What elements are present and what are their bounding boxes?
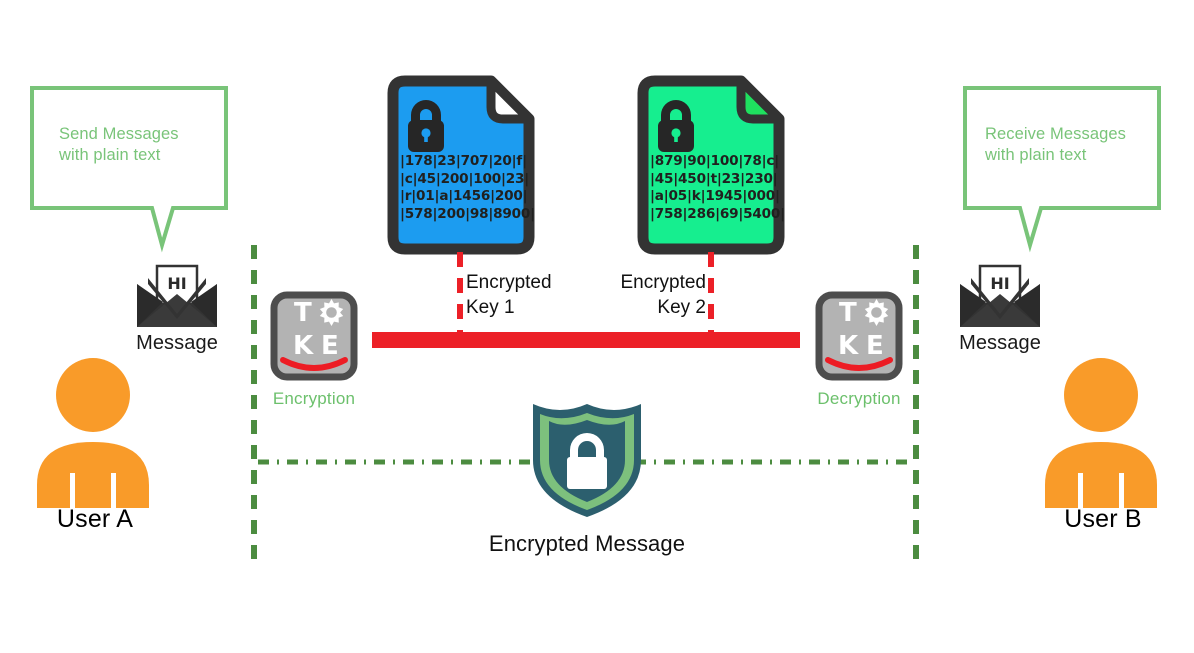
envelope-text-left: HI (167, 274, 187, 293)
key-connector-2 (708, 252, 714, 334)
user-label-left: User A (56, 505, 134, 533)
user-label-right: User B (1064, 505, 1142, 533)
token-label-encryption: Encryption (272, 389, 356, 408)
envelope-text-right: HI (990, 274, 1010, 293)
gear-icon-encryption (319, 299, 344, 326)
token-letter-k-encryption: K (293, 331, 314, 361)
document-cipher-1: |178|23|707|20|f| |c|45|200|100|23| |r|0… (400, 153, 535, 222)
message-label-right: Message (959, 332, 1041, 354)
token-letter-e-encryption: E (321, 331, 339, 361)
message-label-left: Message (136, 332, 218, 354)
user-avatar-right (1045, 358, 1157, 509)
token-letter-t-encryption: T (294, 298, 312, 328)
diagram-canvas: Send Messages with plain text Receive Me… (0, 0, 1194, 653)
key-connector-1 (457, 252, 463, 334)
token-label-decryption: Decryption (817, 389, 901, 408)
gear-icon-decryption (864, 299, 889, 326)
encrypted-channel-bar (372, 332, 800, 348)
left-speech-bubble (30, 86, 228, 253)
token-letter-t-decryption: T (839, 298, 857, 328)
document-cipher-2: |879|90|100|78|c| |45|450|t|23|230| |a|0… (650, 153, 785, 222)
right-speech-bubble (963, 86, 1161, 253)
key-caption-1: Encrypted Key 1 (466, 272, 552, 318)
token-letter-k-decryption: K (838, 331, 859, 361)
key-caption-2: Encrypted Key 2 (620, 272, 706, 318)
left-bubble-text: Send Messages with plain text (59, 125, 179, 164)
right-bubble-text: Receive Messages with plain text (985, 125, 1126, 164)
encrypted-message-label: Encrypted Message (488, 531, 686, 556)
user-avatar-left (37, 358, 149, 509)
token-letter-e-decryption: E (866, 331, 884, 361)
shield-lock-icon (533, 404, 641, 517)
